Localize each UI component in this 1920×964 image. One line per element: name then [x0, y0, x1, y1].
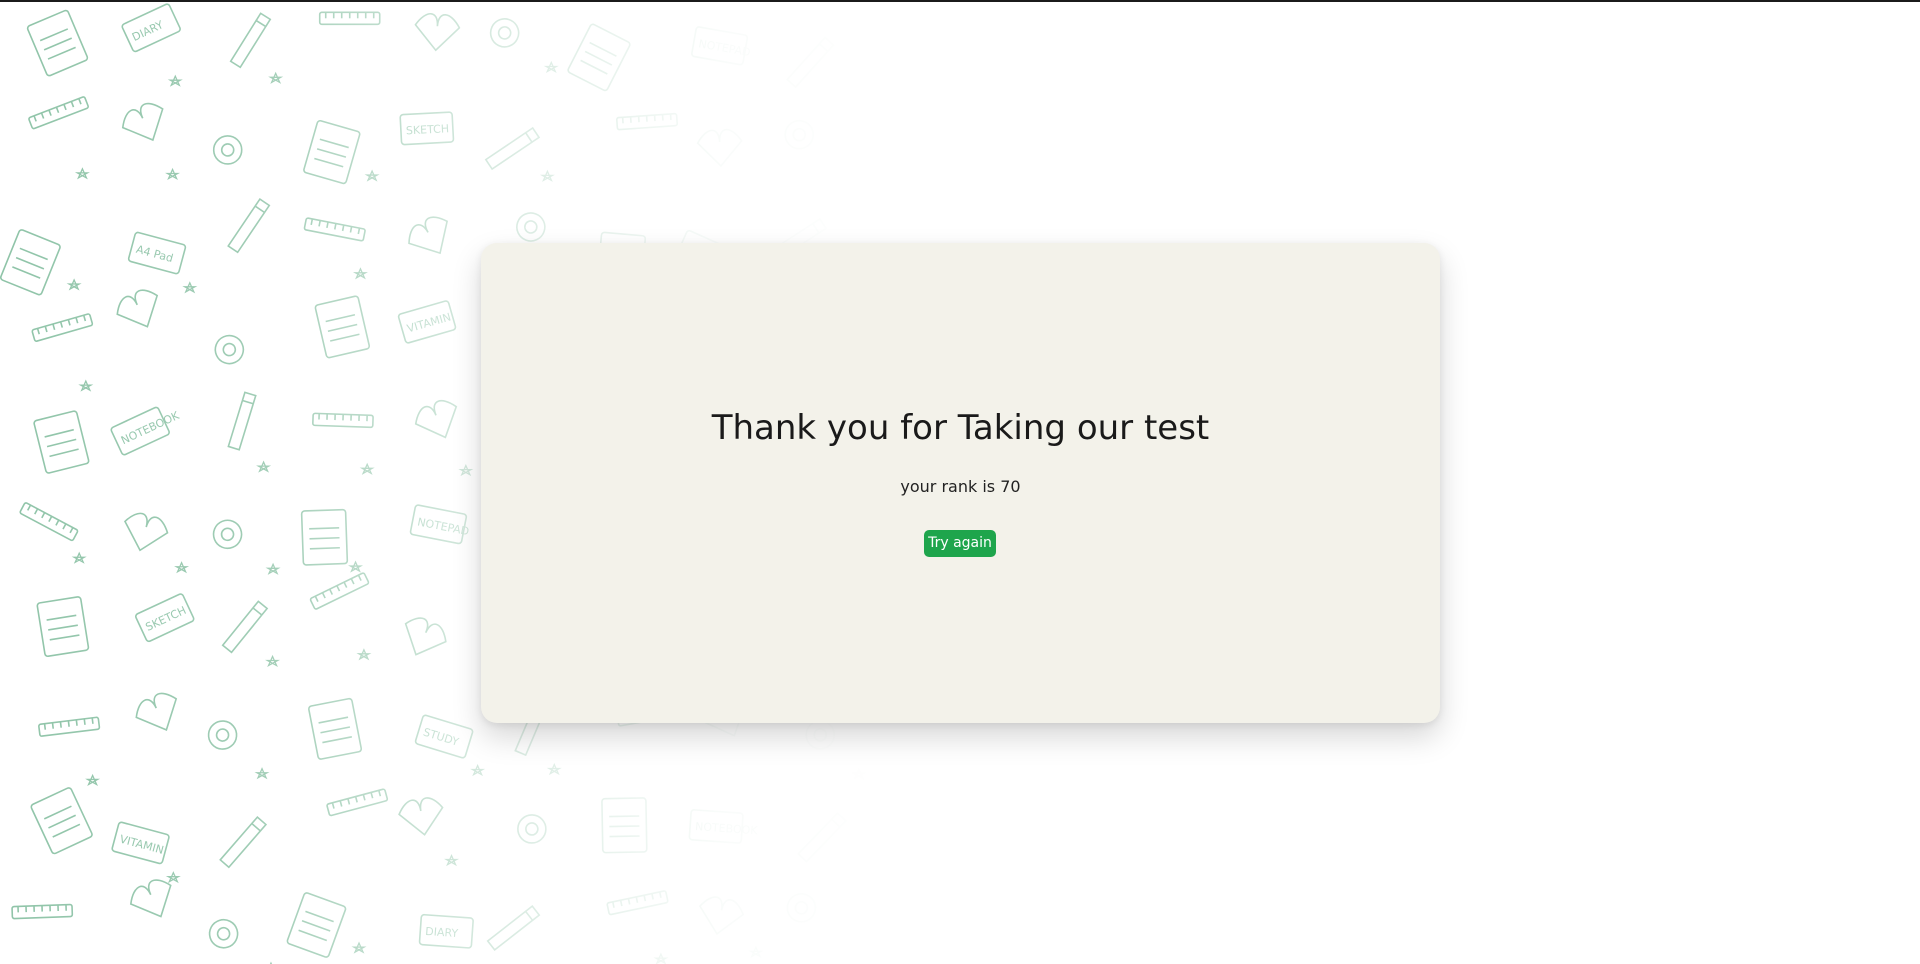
page-title: Thank you for Taking our test [711, 408, 1210, 448]
try-again-button[interactable]: Try again [924, 530, 996, 557]
top-border [0, 0, 1920, 2]
rank-text: your rank is 70 [900, 477, 1021, 496]
result-card: Thank you for Taking our test your rank … [481, 243, 1440, 723]
page: DIARYNOTEPADSKETCHA4 PadSTUDYVITAMINNOTE… [0, 0, 1920, 964]
